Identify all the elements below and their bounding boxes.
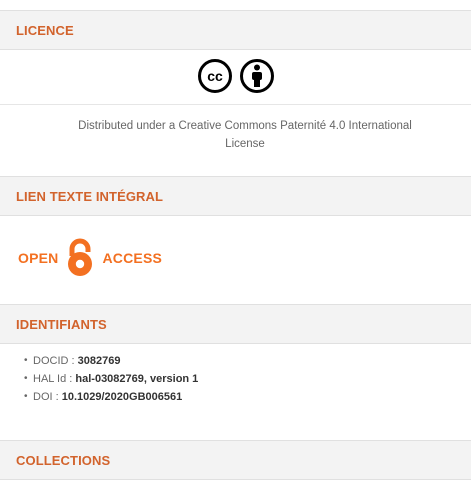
fulltext-title: LIEN TEXTE INTÉGRAL <box>16 188 164 204</box>
collections-header: COLLECTIONS <box>0 440 471 480</box>
licence-title: LICENCE <box>16 22 74 38</box>
hal-sidebar: LICENCE cc Distributed under a Creative … <box>0 0 471 480</box>
svg-text:cc: cc <box>207 68 223 84</box>
identifiants-title: IDENTIFIANTS <box>16 316 107 332</box>
list-item-doi: DOI : 10.1029/2020GB006561 <box>24 388 198 406</box>
oa-right-text: ACCESS <box>102 250 163 266</box>
cc-icon: cc <box>197 59 232 93</box>
cc-badge[interactable]: cc <box>0 58 471 94</box>
licence-body: cc Distributed under a Creative Commons … <box>0 50 471 160</box>
identifiants-header: IDENTIFIANTS <box>0 304 471 344</box>
licence-text-line1[interactable]: Distributed under a Creative Commons Pat… <box>78 120 412 132</box>
identifiants-body: DOCID : 3082769 HAL Id : hal-03082769, v… <box>0 344 471 424</box>
licence-text-line2[interactable]: License <box>225 138 265 150</box>
docid-label: DOCID : <box>33 355 78 367</box>
fulltext-header: LIEN TEXTE INTÉGRAL <box>0 176 471 216</box>
open-access-link[interactable]: OPEN ACCESS <box>18 238 162 278</box>
licence-divider <box>0 104 471 105</box>
open-access-lock-icon <box>68 238 93 276</box>
licence-text: Distributed under a Creative Commons Pat… <box>0 117 471 153</box>
licence-header: LICENCE <box>0 10 471 50</box>
list-item-docid: DOCID : 3082769 <box>24 352 198 370</box>
halid-value[interactable]: hal-03082769, version 1 <box>75 373 198 385</box>
list-item-halid: HAL Id : hal-03082769, version 1 <box>24 370 198 388</box>
doi-label: DOI : <box>33 391 62 403</box>
identifiants-list: DOCID : 3082769 HAL Id : hal-03082769, v… <box>24 352 198 406</box>
halid-label: HAL Id : <box>33 373 76 385</box>
fulltext-body: OPEN ACCESS <box>0 216 471 290</box>
collections-title: COLLECTIONS <box>16 452 111 468</box>
docid-value: 3082769 <box>77 355 121 367</box>
by-attribution-icon <box>239 59 274 93</box>
doi-value[interactable]: 10.1029/2020GB006561 <box>62 391 183 403</box>
oa-left-text: OPEN <box>18 250 59 266</box>
